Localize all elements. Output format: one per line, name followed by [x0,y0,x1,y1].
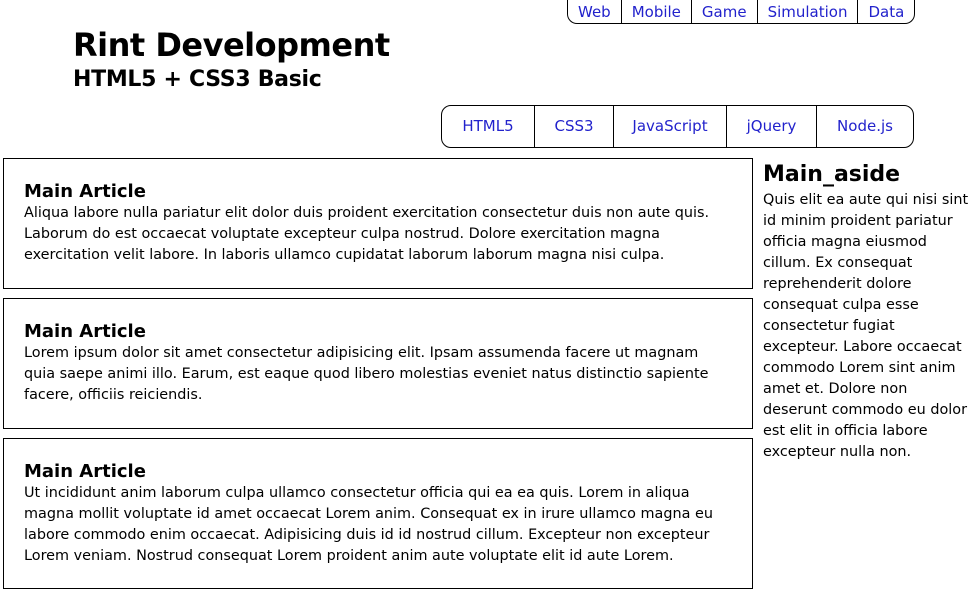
top-nav-mobile[interactable]: Mobile [622,0,692,23]
article-body: Ut incididunt anim laborum culpa ullamco… [24,485,713,564]
main-article-1: Main Article Aliqua labore nulla pariatu… [3,158,753,289]
main-article-3: Main Article Ut incididunt anim laborum … [3,438,753,589]
main-nav-html5[interactable]: HTML5 [442,106,535,147]
article-title: Main Article [24,181,146,202]
main-nav: HTML5 CSS3 JavaScript jQuery Node.js [441,105,914,148]
main-nav-jquery[interactable]: jQuery [727,106,817,147]
main-aside: Main_aside Quis elit ea aute qui nisi si… [763,160,969,463]
main-nav-javascript[interactable]: JavaScript [614,106,727,147]
aside-body: Quis elit ea aute qui nisi sint id minim… [763,192,969,460]
article-title: Main Article [24,461,146,482]
aside-title: Main_aside [763,162,901,187]
site-title: Rint Development [73,26,390,64]
main-article-2: Main Article Lorem ipsum dolor sit amet … [3,298,753,429]
top-nav: Web Mobile Game Simulation Data [567,0,916,24]
top-nav-web[interactable]: Web [568,0,622,23]
article-title: Main Article [24,321,146,342]
main-nav-css3[interactable]: CSS3 [535,106,614,147]
site-subtitle: HTML5 + CSS3 Basic [73,67,322,92]
main-nav-nodejs[interactable]: Node.js [817,106,913,147]
top-nav-simulation[interactable]: Simulation [758,0,859,23]
article-body: Lorem ipsum dolor sit amet consectetur a… [24,345,709,403]
top-nav-data[interactable]: Data [858,0,914,23]
top-nav-game[interactable]: Game [692,0,758,23]
article-body: Aliqua labore nulla pariatur elit dolor … [24,205,710,263]
